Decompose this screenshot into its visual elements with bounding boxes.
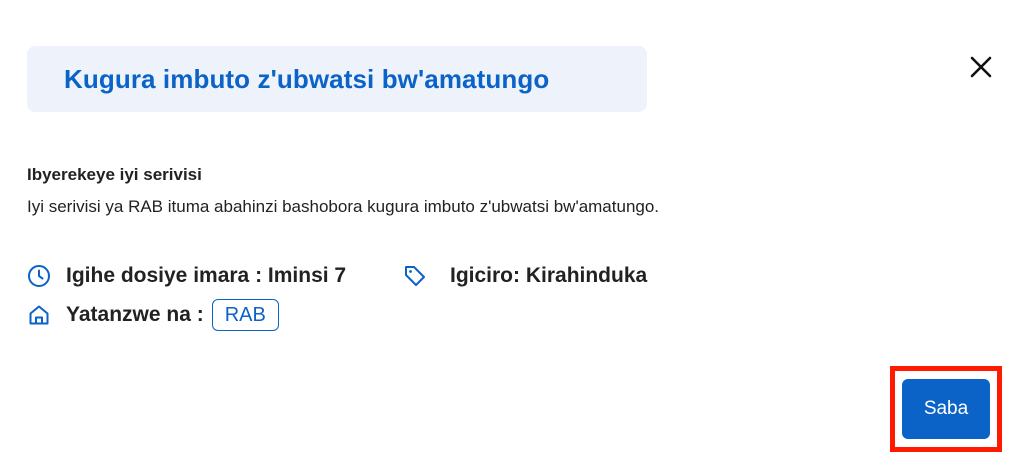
provider-label: Yatanzwe na : [66,303,204,326]
price-row: Igiciro: Kirahinduka [402,263,647,289]
tag-icon [402,263,428,289]
close-button[interactable] [964,52,998,86]
dialog-title-box: Kugura imbuto z'ubwatsi bw'amatungo [27,46,647,112]
clock-icon [26,263,52,289]
provider-row: Yatanzwe na : RAB [26,299,279,331]
dialog-title: Kugura imbuto z'ubwatsi bw'amatungo [64,63,550,94]
processing-time-label: Igihe dosiye imara : Iminsi 7 [66,264,347,287]
processing-time-row: Igihe dosiye imara : Iminsi 7 [26,263,346,289]
about-description: Iyi serivisi ya RAB ituma abahinzi basho… [27,197,660,216]
close-icon [969,55,993,84]
apply-button[interactable]: Saba [902,379,990,439]
building-icon [26,302,52,328]
provider-badge: RAB [211,299,279,331]
about-heading: Ibyerekeye iyi serivisi [27,165,202,184]
price-label: Igiciro: Kirahinduka [450,264,648,287]
